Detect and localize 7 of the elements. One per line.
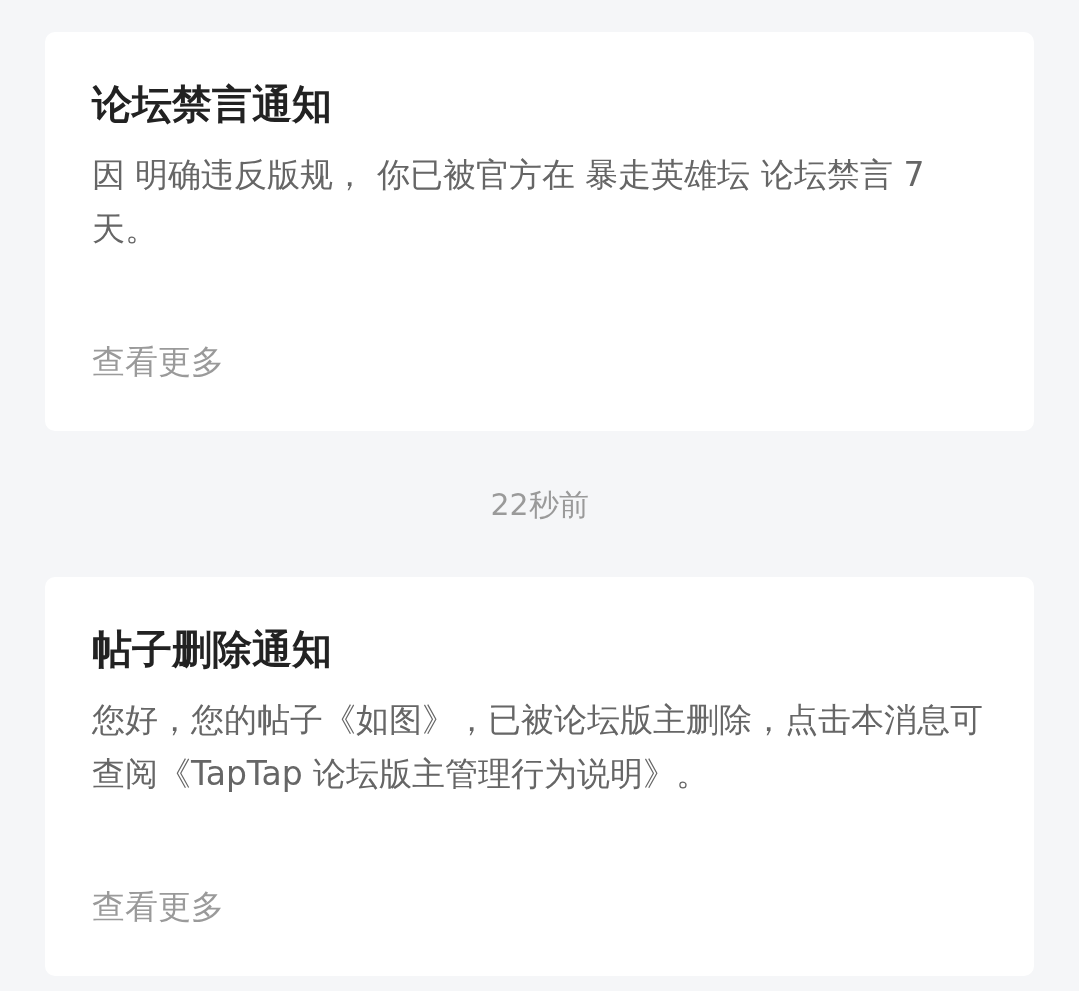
notification-text: 因 明确违反版规， 你已被官方在 暴走英雄坛 论坛禁言 7 天。 (92, 154, 926, 250)
notification-title: 论坛禁言通知 (92, 80, 333, 129)
notification-card[interactable]: 论坛禁言通知 因 明确违反版规， 你已被官方在 暴走英雄坛 论坛禁言 7 天。 查看更多 (45, 32, 1034, 431)
notification-card[interactable]: 帖子删除通知 您好，您的帖子《如图》，已被论坛版主删除，点击本消息可查阅《TapTap 论坛版主管理行为说明》。 查看更多 (45, 577, 1034, 976)
notification-text: 您好，您的帖子《如图》，已被论坛版主删除，点击本消息可查阅《TapTap 论坛版主管理行为说明》。 (92, 699, 984, 795)
notification-title: 帖子删除通知 (92, 625, 333, 674)
timestamp: 22秒前 (490, 485, 589, 524)
